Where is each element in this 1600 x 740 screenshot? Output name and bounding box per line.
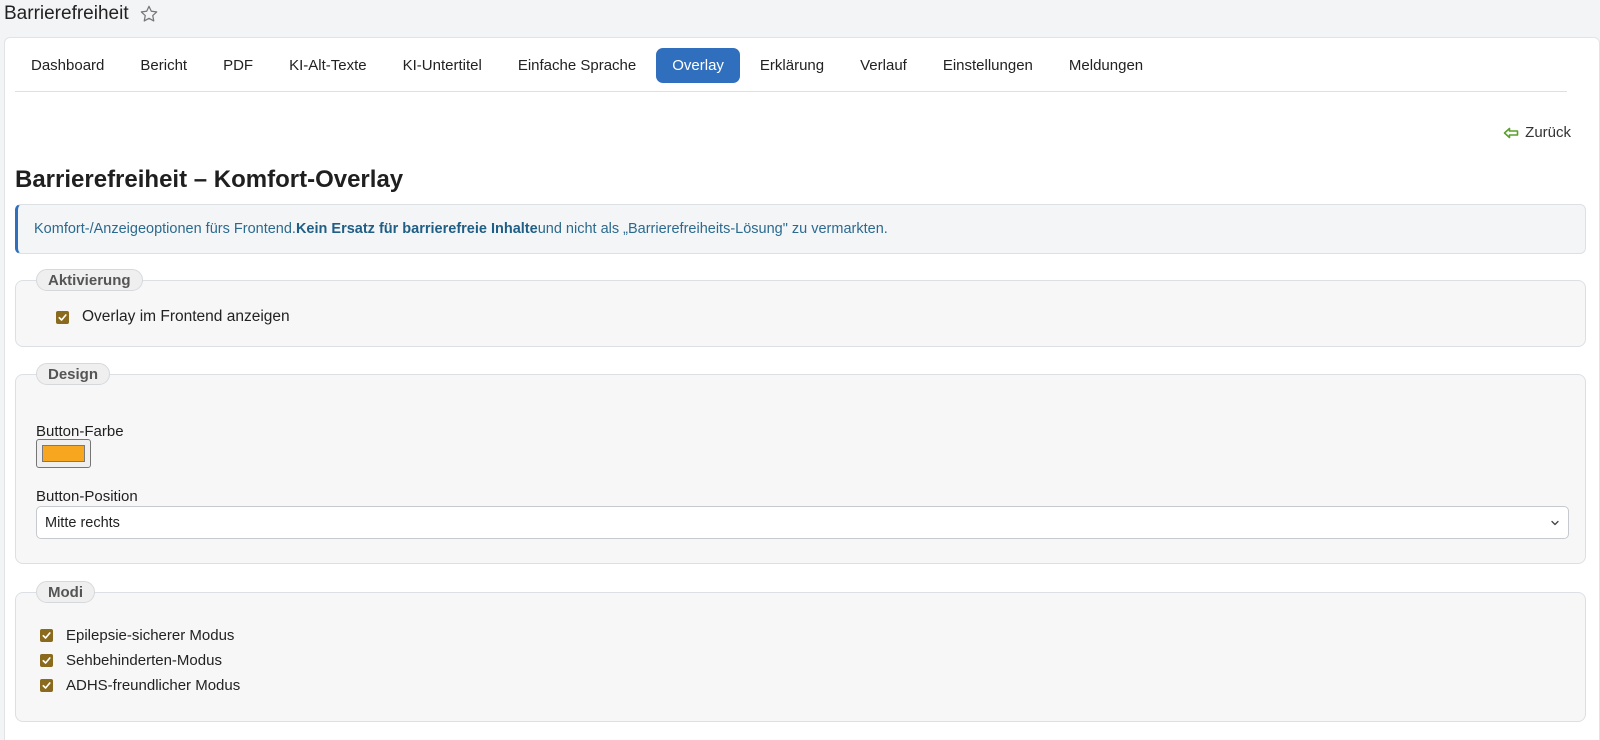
page-heading: Barrierefreiheit – Komfort-Overlay (15, 166, 404, 193)
button-color-swatch (42, 445, 85, 462)
info-text-before: Komfort-/Anzeigeoptionen fürs Frontend. (34, 221, 296, 237)
tab-erklaerung[interactable]: Erklärung (744, 48, 840, 83)
mode-epilepsy-row[interactable]: Epilepsie-sicherer Modus (40, 627, 234, 644)
tab-bar: Dashboard Bericht PDF KI-Alt-Texte KI-Un… (15, 48, 1567, 92)
fieldset-modes: Modi Epilepsie-sicherer Modus Sehbehinde… (15, 581, 1586, 722)
tab-overlay[interactable]: Overlay (656, 48, 740, 83)
button-position-label: Button-Position (36, 488, 138, 505)
fieldset-legend-activation: Aktivierung (36, 269, 143, 291)
page-header: Barrierefreiheit (4, 0, 159, 28)
star-icon[interactable] (139, 4, 159, 24)
fieldset-design: Design Button-Farbe Button-Position Mitt… (15, 363, 1586, 564)
page-title: Barrierefreiheit (4, 3, 129, 24)
mode-adhd-label: ADHS-freundlicher Modus (66, 677, 241, 694)
fieldset-legend-modes: Modi (36, 581, 95, 603)
tab-einfache-sprache[interactable]: Einfache Sprache (502, 48, 652, 83)
mode-epilepsy-label: Epilepsie-sicherer Modus (66, 627, 235, 644)
tab-ki-untertitel[interactable]: KI-Untertitel (387, 48, 498, 83)
info-text-bold: Kein Ersatz für barrierefreie Inhalte (295, 221, 538, 237)
mode-epilepsy-checkbox[interactable] (40, 629, 53, 642)
back-link-label: Zurück (1525, 124, 1571, 141)
mode-adhd-checkbox[interactable] (40, 679, 53, 692)
tab-bericht[interactable]: Bericht (124, 48, 203, 83)
tab-meldungen[interactable]: Meldungen (1053, 48, 1159, 83)
mode-visual-impairment-checkbox[interactable] (40, 654, 53, 667)
info-notice: Komfort-/Anzeigeoptionen fürs Frontend. … (15, 204, 1586, 254)
tab-pdf[interactable]: PDF (207, 48, 269, 83)
chevron-down-icon (1550, 518, 1560, 528)
button-color-picker[interactable] (36, 439, 91, 468)
tab-ki-alt-texte[interactable]: KI-Alt-Texte (273, 48, 383, 83)
tab-dashboard[interactable]: Dashboard (15, 48, 120, 83)
fieldset-legend-design: Design (36, 363, 111, 385)
back-link[interactable]: Zurück (1503, 124, 1571, 141)
arrow-left-icon (1503, 126, 1519, 140)
button-position-select[interactable]: Mitte rechts (36, 506, 1569, 539)
main-panel: Dashboard Bericht PDF KI-Alt-Texte KI-Un… (4, 37, 1600, 740)
mode-visual-impairment-row[interactable]: Sehbehinderten-Modus (40, 652, 222, 669)
info-text-after: und nicht als „Barrierefreiheits-Lösung"… (537, 221, 888, 237)
tab-verlauf[interactable]: Verlauf (844, 48, 923, 83)
tab-einstellungen[interactable]: Einstellungen (927, 48, 1049, 83)
mode-visual-impairment-label: Sehbehinderten-Modus (66, 652, 222, 669)
button-color-label: Button-Farbe (36, 423, 124, 440)
mode-adhd-row[interactable]: ADHS-freundlicher Modus (40, 677, 240, 694)
overlay-enable-checkbox-row[interactable]: Overlay im Frontend anzeigen (56, 308, 290, 326)
fieldset-activation: Aktivierung Overlay im Frontend anzeigen (15, 269, 1586, 347)
overlay-enable-checkbox[interactable] (56, 310, 69, 324)
overlay-enable-label: Overlay im Frontend anzeigen (82, 308, 290, 325)
button-position-value: Mitte rechts (45, 514, 120, 531)
